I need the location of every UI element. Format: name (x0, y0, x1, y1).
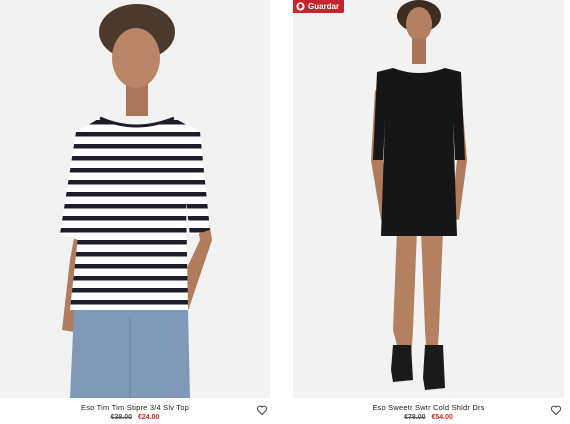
product-card[interactable]: Guardar Eso Sweetr Swtr Cold Shldr Drs €… (293, 0, 564, 424)
old-price: €78.00 (404, 414, 426, 421)
product-name[interactable]: Eso Sweetr Swtr Cold Shldr Drs (293, 403, 564, 412)
product-prices: €78.00 €54.00 (293, 414, 564, 421)
product-info: Eso Sweetr Swtr Cold Shldr Drs €78.00 €5… (293, 398, 564, 424)
heart-icon[interactable] (550, 404, 562, 416)
sale-price: €24.00 (137, 414, 160, 421)
model-black-dress-illustration (371, 0, 467, 390)
product-image[interactable]: Guardar (293, 0, 564, 398)
heart-icon[interactable] (256, 404, 268, 416)
model-striped-top-illustration (60, 4, 212, 398)
sale-price: €54.00 (431, 414, 453, 421)
product-name[interactable]: Eso Tim Tim Stipre 3/4 Slv Top (0, 403, 270, 412)
product-info: Eso Tim Tim Stipre 3/4 Slv Top €38.00 €2… (0, 398, 270, 424)
pinterest-icon (296, 2, 305, 11)
product-image[interactable] (0, 0, 270, 398)
pinterest-save-label: Guardar (308, 2, 340, 11)
pinterest-save-button[interactable]: Guardar (293, 0, 345, 13)
old-price: €38.00 (110, 414, 133, 421)
product-prices: €38.00 €24.00 (0, 414, 270, 421)
product-card[interactable]: Eso Tim Tim Stipre 3/4 Slv Top €38.00 €2… (0, 0, 270, 424)
